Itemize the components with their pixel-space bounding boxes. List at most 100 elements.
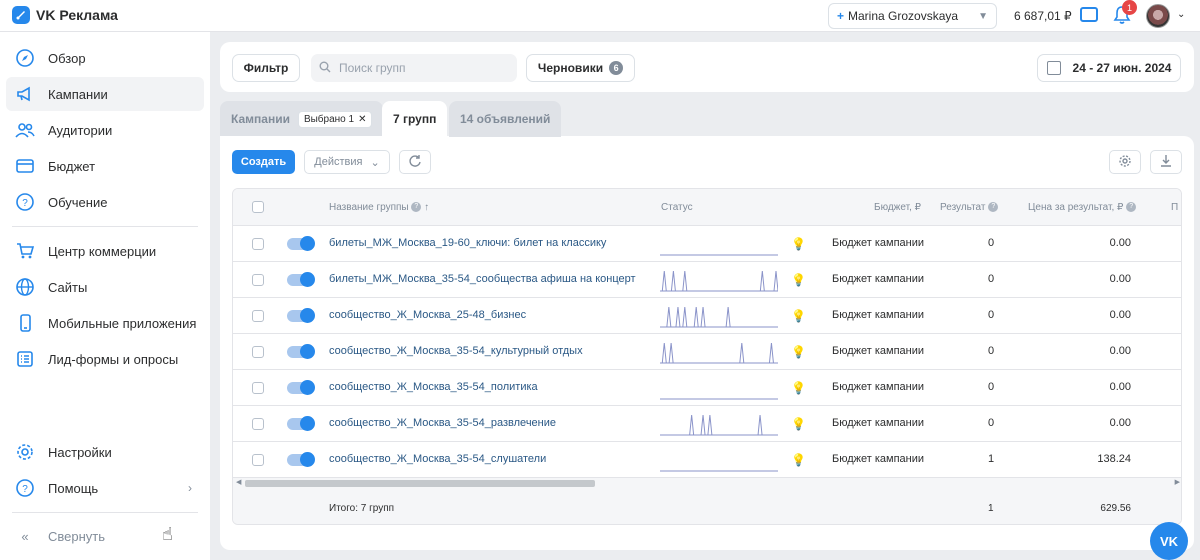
horizontal-scrollbar[interactable]: ◀ ▶ — [233, 478, 1181, 488]
tab-groups[interactable]: 7 групп — [382, 101, 448, 137]
close-icon[interactable]: ✕ — [358, 114, 366, 125]
row-checkbox[interactable] — [252, 454, 264, 466]
help-icon[interactable]: ? — [988, 202, 999, 213]
search-input[interactable]: Поиск групп — [311, 54, 517, 82]
row-toggle[interactable] — [287, 380, 315, 395]
group-name-link[interactable]: сообщество_Ж_Москва_35-54_культурный отд… — [329, 345, 583, 357]
collapse-sidebar-button[interactable]: « Свернуть — [6, 519, 204, 553]
sidebar-item-help[interactable]: ? Помощь › — [6, 471, 204, 505]
lightbulb-icon[interactable]: 💡 — [791, 345, 806, 359]
sidebar-item-label: Обучение — [48, 194, 108, 210]
search-icon — [319, 61, 331, 76]
group-name-link[interactable]: сообщество_Ж_Москва_35-54_слушатели — [329, 453, 546, 465]
tab-campaigns[interactable]: Кампании Выбрано 1 ✕ — [220, 101, 384, 137]
select-all-checkbox[interactable] — [252, 201, 264, 213]
scroll-right-icon[interactable]: ▶ — [1175, 478, 1180, 486]
megaphone-icon — [14, 83, 36, 105]
row-checkbox[interactable] — [252, 310, 264, 322]
sidebar-item-budget[interactable]: Бюджет — [6, 149, 204, 183]
lightbulb-icon[interactable]: 💡 — [791, 453, 806, 467]
row-checkbox[interactable] — [252, 238, 264, 250]
date-range-picker[interactable]: 24 - 27 июн. 2024 — [1037, 54, 1181, 82]
group-name-link[interactable]: билеты_МЖ_Москва_35-54_сообщества афиша … — [329, 273, 636, 285]
gear-icon — [14, 441, 36, 463]
group-name-link[interactable]: сообщество_Ж_Москва_25-48_бизнес — [329, 309, 526, 321]
lightbulb-icon[interactable]: 💡 — [791, 273, 806, 287]
column-header-budget[interactable]: Бюджет, ₽ — [874, 202, 921, 213]
table-settings-button[interactable] — [1109, 150, 1141, 174]
sidebar-item-lead-forms[interactable]: Лид-формы и опросы — [6, 342, 204, 376]
globe-icon — [14, 276, 36, 298]
avatar[interactable] — [1146, 4, 1170, 28]
row-toggle[interactable] — [287, 236, 315, 251]
lightbulb-icon[interactable]: 💡 — [791, 381, 806, 395]
row-checkbox[interactable] — [252, 346, 264, 358]
row-checkbox[interactable] — [252, 274, 264, 286]
app-logo[interactable]: VK Реклама — [12, 6, 118, 24]
filter-button[interactable]: Фильтр — [232, 54, 300, 82]
cart-icon — [14, 240, 36, 262]
table-row[interactable]: билеты_МЖ_Москва_19-60_ключи: билет на к… — [233, 226, 1181, 262]
vk-chat-button[interactable]: VK — [1150, 522, 1188, 560]
account-selector[interactable]: + Marina Grozovskaya ▼ — [828, 3, 997, 29]
svg-text:?: ? — [22, 484, 28, 495]
table-row[interactable]: сообщество_Ж_Москва_25-48_бизнес 💡 Бюджет … — [233, 298, 1181, 334]
divider — [12, 512, 198, 513]
table-row[interactable]: билеты_МЖ_Москва_35-54_сообщества афиша … — [233, 262, 1181, 298]
scroll-left-icon[interactable]: ◀ — [236, 478, 241, 486]
sidebar-item-commerce[interactable]: Центр коммерции — [6, 234, 204, 268]
budget-cell: Бюджет кампании — [832, 345, 925, 357]
actions-dropdown[interactable]: Действия ⌄ — [304, 150, 390, 174]
row-toggle[interactable] — [287, 452, 315, 467]
group-name-link[interactable]: сообщество_Ж_Москва_35-54_политика — [329, 381, 538, 393]
sidebar-item-learning[interactable]: ? Обучение — [6, 185, 204, 219]
status-sparkline — [660, 270, 778, 292]
row-checkbox[interactable] — [252, 382, 264, 394]
tab-ads[interactable]: 14 объявлений — [449, 101, 562, 137]
sidebar-item-sites[interactable]: Сайты — [6, 270, 204, 304]
sparkline-spike — [675, 306, 681, 328]
download-button[interactable] — [1150, 150, 1182, 174]
row-checkbox[interactable] — [252, 418, 264, 430]
group-name-link[interactable]: сообщество_Ж_Москва_35-54_развлечение — [329, 417, 556, 429]
create-button[interactable]: Создать — [232, 150, 295, 174]
table-row[interactable]: сообщество_Ж_Москва_35-54_политика 💡 Бюдже… — [233, 370, 1181, 406]
lightbulb-icon[interactable]: 💡 — [791, 309, 806, 323]
sidebar-item-audiences[interactable]: Аудитории — [6, 113, 204, 147]
help-icon[interactable]: ? — [411, 202, 422, 213]
budget-cell: Бюджет кампании — [832, 453, 925, 465]
lightbulb-icon[interactable]: 💡 — [791, 417, 806, 431]
drafts-label: Черновики — [537, 61, 604, 75]
balance[interactable]: 6 687,01 ₽ — [1014, 9, 1072, 23]
group-name-link[interactable]: билеты_МЖ_Москва_19-60_ключи: билет на к… — [329, 237, 606, 249]
result-cell: 0 — [988, 237, 995, 249]
wallet-icon[interactable] — [1080, 7, 1098, 22]
row-toggle[interactable] — [287, 416, 315, 431]
sidebar-item-overview[interactable]: Обзор — [6, 41, 204, 75]
row-toggle[interactable] — [287, 308, 315, 323]
sidebar-item-mobile-apps[interactable]: Мобильные приложения — [6, 306, 204, 340]
column-header-result[interactable]: Результат ? — [940, 202, 999, 213]
help-icon[interactable]: ? — [1126, 202, 1137, 213]
sidebar-item-settings[interactable]: Настройки — [6, 435, 204, 469]
table-row[interactable]: сообщество_Ж_Москва_35-54_культурный отд… — [233, 334, 1181, 370]
column-header-status[interactable]: Статус — [661, 202, 693, 213]
budget-cell: Бюджет кампании — [832, 381, 925, 393]
table-row[interactable]: сообщество_Ж_Москва_35-54_развлечение 💡 Бю… — [233, 406, 1181, 442]
price-cell: 0.00 — [1109, 345, 1131, 357]
column-header-price[interactable]: Цена за результат, ₽ ? — [1028, 202, 1137, 213]
column-header-more[interactable]: П — [1171, 202, 1178, 213]
double-chevron-left-icon: « — [21, 528, 29, 544]
sidebar-item-campaigns[interactable]: Кампании — [6, 77, 204, 111]
refresh-button[interactable] — [399, 150, 431, 174]
plus-icon: + — [837, 9, 845, 23]
scroll-thumb[interactable] — [245, 480, 595, 487]
selection-chip[interactable]: Выбрано 1 ✕ — [297, 110, 373, 128]
column-header-name[interactable]: Название группы ? ↑ — [329, 202, 429, 213]
table-row[interactable]: сообщество_Ж_Москва_35-54_слушатели 💡 Бюдж… — [233, 442, 1181, 478]
lightbulb-icon[interactable]: 💡 — [791, 237, 806, 251]
row-toggle[interactable] — [287, 272, 315, 287]
drafts-button[interactable]: Черновики 6 — [526, 54, 635, 82]
chevron-down-icon[interactable]: ⌄ — [1177, 9, 1185, 20]
row-toggle[interactable] — [287, 344, 315, 359]
